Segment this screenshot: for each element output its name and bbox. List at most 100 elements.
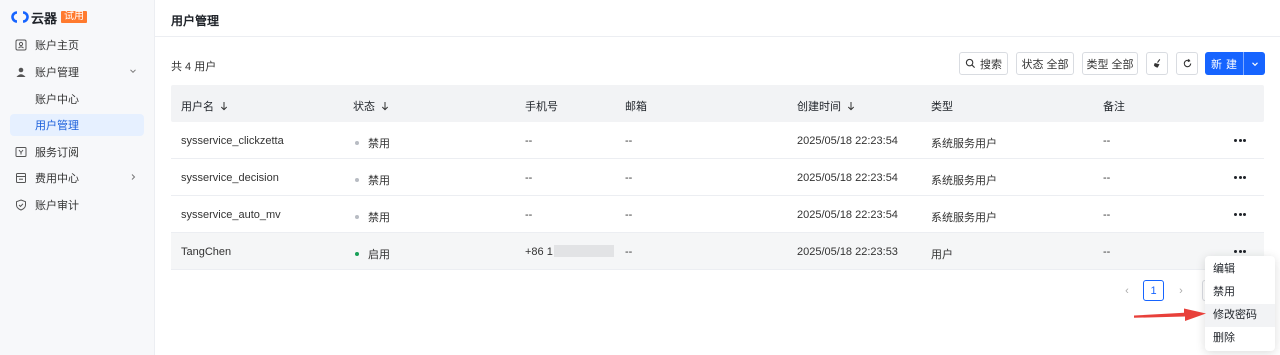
cell-type: 用户 — [931, 249, 953, 261]
column-header-note: 备注 — [1103, 98, 1125, 114]
cell-created: 2025/05/18 22:23:53 — [797, 246, 898, 258]
home-card-icon — [15, 39, 27, 51]
column-label: 手机号 — [525, 101, 558, 113]
brand-logo-icon — [11, 11, 29, 23]
pagination-prev[interactable]: ‹ — [1120, 281, 1134, 301]
row-actions-menu: 编辑 禁用 修改密码 删除 — [1205, 256, 1275, 351]
sidebar-item-account-audit[interactable]: 账户审计 — [10, 194, 144, 216]
cell-note: -- — [1103, 246, 1111, 258]
more-actions-icon[interactable] — [1234, 246, 1246, 256]
type-filter-label: 类型 全部 — [1086, 58, 1134, 71]
chevron-down-icon — [130, 69, 136, 74]
page-header: 用户管理 — [155, 0, 1280, 37]
clear-filter-button[interactable] — [1146, 52, 1168, 75]
subscription-icon — [15, 146, 27, 158]
brand[interactable]: 云器 试用 — [11, 9, 88, 26]
column-header-username[interactable]: 用户名 — [181, 98, 228, 114]
sidebar-item-billing-center[interactable]: 费用中心 — [10, 167, 144, 189]
search-label: 搜索 — [980, 58, 1002, 71]
column-label: 类型 — [931, 101, 953, 113]
status-filter-label: 状态 全部 — [1021, 58, 1069, 71]
cell-note: -- — [1103, 209, 1111, 221]
more-actions-icon[interactable] — [1234, 135, 1246, 145]
users-table: 用户名 状态 手机号 邮箱 创建时间 类型 备注 sysservice_clic… — [171, 85, 1264, 270]
cell-username: sysservice_clickzetta — [181, 135, 284, 147]
cell-type: 系统服务用户 — [931, 212, 997, 224]
sidebar-item-account-home[interactable]: 账户主页 — [10, 34, 144, 56]
cell-note: -- — [1103, 172, 1111, 184]
refresh-button[interactable] — [1176, 52, 1198, 75]
cell-status: 禁用 — [355, 209, 390, 225]
status-text: 禁用 — [368, 175, 390, 187]
user-count: 共 4 用户 — [171, 61, 217, 73]
more-actions-icon[interactable] — [1234, 209, 1246, 219]
new-options-dropdown[interactable] — [1244, 59, 1265, 69]
cell-type: 系统服务用户 — [931, 138, 997, 150]
column-label: 创建时间 — [797, 101, 841, 113]
table-header: 用户名 状态 手机号 邮箱 创建时间 类型 备注 — [171, 85, 1264, 122]
menu-item-delete[interactable]: 删除 — [1205, 327, 1275, 350]
sidebar-item-label: 费用中心 — [35, 173, 79, 185]
shield-icon — [15, 199, 27, 211]
menu-item-change-password[interactable]: 修改密码 — [1205, 304, 1275, 327]
column-label: 状态 — [353, 101, 375, 113]
column-header-phone: 手机号 — [525, 98, 558, 114]
refresh-icon — [1183, 58, 1191, 68]
cell-username: TangChen — [181, 246, 232, 258]
column-header-type: 类型 — [931, 98, 953, 114]
cell-email: -- — [625, 135, 633, 147]
table-row[interactable]: sysservice_auto_mv 禁用 -- -- 2025/05/18 2… — [171, 196, 1264, 233]
column-label: 备注 — [1103, 101, 1125, 113]
status-text: 禁用 — [368, 138, 390, 150]
status-disabled-dot — [355, 215, 359, 220]
sidebar-item-user-management[interactable]: 用户管理 — [10, 114, 144, 136]
chevron-down-icon — [1251, 61, 1258, 66]
more-actions-icon[interactable] — [1234, 172, 1246, 182]
chevron-right-icon — [131, 174, 136, 180]
cell-email: -- — [625, 246, 633, 258]
pagination-next[interactable]: › — [1174, 281, 1188, 301]
sidebar-item-label: 账户主页 — [35, 40, 79, 52]
column-label: 用户名 — [181, 101, 214, 113]
page-title: 用户管理 — [171, 14, 220, 28]
trial-badge: 试用 — [61, 11, 88, 23]
cell-username: sysservice_decision — [181, 172, 279, 184]
new-user-label: 新建 — [1211, 58, 1241, 71]
search-button[interactable]: 搜索 — [959, 52, 1008, 75]
cell-status: 禁用 — [355, 172, 390, 188]
table-row[interactable]: sysservice_clickzetta 禁用 -- -- 2025/05/1… — [171, 122, 1264, 159]
search-icon — [965, 58, 976, 69]
cell-username: sysservice_auto_mv — [181, 209, 281, 221]
cell-status: 启用 — [355, 246, 390, 262]
sidebar-item-account-management[interactable]: 账户管理 — [10, 61, 144, 83]
sidebar-item-account-center[interactable]: 账户中心 — [10, 88, 144, 110]
status-enabled-dot — [355, 252, 359, 257]
column-header-created[interactable]: 创建时间 — [797, 98, 855, 114]
cell-email: -- — [625, 172, 633, 184]
cell-created: 2025/05/18 22:23:54 — [797, 135, 898, 147]
status-disabled-dot — [355, 178, 359, 183]
table-row[interactable]: sysservice_decision 禁用 -- -- 2025/05/18 … — [171, 159, 1264, 196]
status-text: 启用 — [368, 249, 390, 261]
menu-item-edit[interactable]: 编辑 — [1205, 258, 1275, 281]
new-user-button[interactable]: 新建 — [1205, 52, 1265, 75]
sort-arrow-icon[interactable] — [381, 101, 389, 111]
cell-created: 2025/05/18 22:23:54 — [797, 209, 898, 221]
pagination-page-current[interactable]: 1 — [1143, 280, 1164, 301]
cell-phone: +86 1 — [525, 245, 614, 258]
sidebar-item-label: 账户审计 — [35, 200, 79, 212]
sort-arrow-icon[interactable] — [847, 101, 855, 111]
column-header-email: 邮箱 — [625, 98, 647, 114]
sidebar-item-service-subscription[interactable]: 服务订阅 — [10, 141, 144, 163]
status-text: 禁用 — [368, 212, 390, 224]
cell-phone: -- — [525, 135, 533, 147]
menu-item-disable[interactable]: 禁用 — [1205, 281, 1275, 304]
cell-status: 禁用 — [355, 135, 390, 151]
table-row[interactable]: TangChen 启用 +86 1 -- 2025/05/18 22:23:53… — [171, 233, 1264, 270]
type-filter-button[interactable]: 类型 全部 — [1082, 52, 1138, 75]
sidebar-item-label: 账户管理 — [35, 67, 79, 79]
status-filter-button[interactable]: 状态 全部 — [1016, 52, 1074, 75]
sort-arrow-icon[interactable] — [220, 101, 228, 111]
cell-phone: -- — [525, 209, 533, 221]
column-header-status[interactable]: 状态 — [353, 98, 389, 114]
